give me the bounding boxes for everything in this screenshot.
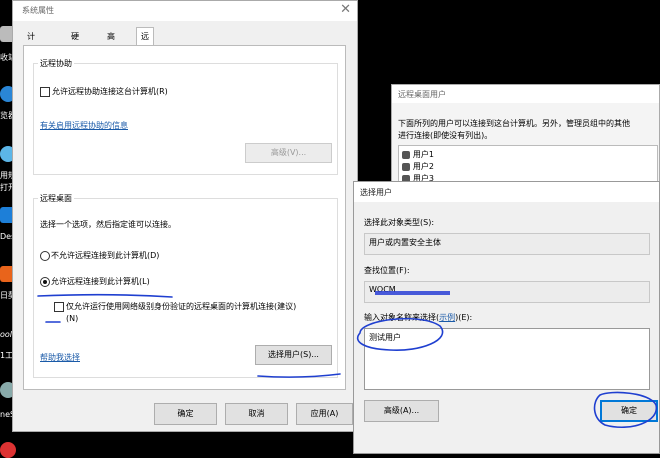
titlebar[interactable]: 选择用户 <box>354 182 659 202</box>
user-name: 用户2 <box>412 162 434 171</box>
group-label: 远程协助 <box>38 58 74 69</box>
redaction-scribble <box>375 291 450 295</box>
ok-button[interactable]: 确定 <box>154 403 217 425</box>
object-names-value: 测试用户 <box>369 333 401 342</box>
radio-label: 允许远程连接到此计算机(L) <box>51 277 150 286</box>
names-label: 输入对象名称来选择(示例)(E): <box>364 312 472 323</box>
radio-label: 不允许远程连接到此计算机(D) <box>51 251 160 260</box>
user-name: 用户1 <box>412 150 434 159</box>
tab-computer-name[interactable]: 计算机名 <box>23 28 39 92</box>
dialog-ok-button[interactable]: 确定 <box>600 400 658 422</box>
examples-link[interactable]: 示例 <box>439 313 455 322</box>
chrome-icon[interactable] <box>0 442 18 458</box>
select-users-dialog: 选择用户 选择此对象类型(S): 用户或内置安全主体 查找位置(F): WOCM… <box>353 181 660 454</box>
description-text: 下面所列的用户可以连接到这台计算机。另外，管理员组中的其他 <box>398 119 630 128</box>
list-item[interactable]: 用户2 <box>402 161 434 172</box>
tab-advanced[interactable]: 高级 <box>103 28 119 58</box>
checkbox-label: 仅允许运行使用网络级别身份验证的远程桌面的计算机连接(建议) <box>66 302 297 311</box>
cancel-button[interactable]: 取消 <box>225 403 288 425</box>
allow-remote-assistance-checkbox[interactable] <box>40 87 50 97</box>
titlebar[interactable]: 远程桌面用户 <box>392 85 659 103</box>
checkbox-label: 允许远程协助连接这台计算机(R) <box>52 87 168 96</box>
remote-assistance-info-link[interactable]: 有关启用远程协助的信息 <box>40 120 128 131</box>
object-type-label: 选择此对象类型(S): <box>364 218 435 227</box>
object-type-value: 用户或内置安全主体 <box>369 238 441 247</box>
window-title: 远程桌面用户 <box>398 90 446 99</box>
apply-button[interactable]: 应用(A) <box>296 403 353 425</box>
remote-assistance-group: 远程协助 允许远程协助连接这台计算机(R) 有关启用远程协助的信息 高级(V).… <box>33 58 338 175</box>
system-properties-window: 系统属性 ✕ 计算机名 硬件 高级 远程 远程协助 允许远程协助连接这台计算机(… <box>12 0 358 432</box>
window-title: 系统属性 <box>22 6 54 15</box>
user-icon <box>402 162 410 171</box>
group-label: 远程桌面 <box>38 193 74 204</box>
remote-desktop-group: 远程桌面 选择一个选项，然后指定谁可以连接。 不允许远程连接到此计算机(D) 允… <box>33 193 338 378</box>
tab-remote[interactable]: 远程 <box>136 27 154 58</box>
location-field: WOCM <box>364 281 650 303</box>
select-users-button[interactable]: 选择用户(S)... <box>255 345 332 365</box>
remote-desktop-users-window: 远程桌面用户 下面所列的用户可以连接到这台计算机。另外，管理员组中的其他 进行连… <box>391 84 660 195</box>
checkbox-label-cont: (N) <box>66 314 79 323</box>
deny-remote-radio[interactable] <box>40 251 50 261</box>
close-icon[interactable]: ✕ <box>340 2 351 17</box>
window-title: 选择用户 <box>360 188 392 197</box>
names-label-suffix: )(E): <box>455 313 473 322</box>
names-label-prefix: 输入对象名称来选择( <box>364 313 440 322</box>
object-type-field: 用户或内置安全主体 <box>364 233 650 255</box>
location-label: 查找位置(F): <box>364 266 410 275</box>
object-names-input[interactable]: 测试用户 <box>364 328 650 390</box>
remote-tab-panel: 远程协助 允许远程协助连接这台计算机(R) 有关启用远程协助的信息 高级(V).… <box>23 45 346 390</box>
instruction-text: 选择一个选项，然后指定谁可以连接。 <box>40 220 176 229</box>
nla-only-checkbox[interactable] <box>54 302 64 312</box>
titlebar[interactable]: 系统属性 ✕ <box>13 1 357 21</box>
user-icon <box>402 150 410 159</box>
list-item[interactable]: 用户1 <box>402 149 434 160</box>
allow-remote-radio[interactable] <box>40 277 50 287</box>
advanced-search-button[interactable]: 高级(A)... <box>364 400 439 422</box>
tab-hardware[interactable]: 硬件 <box>67 28 83 58</box>
help-me-choose-link[interactable]: 帮助我选择 <box>40 352 80 363</box>
remote-assistance-advanced-button[interactable]: 高级(V)... <box>245 143 332 163</box>
description-text: 进行连接(即使没有列出)。 <box>398 131 493 140</box>
